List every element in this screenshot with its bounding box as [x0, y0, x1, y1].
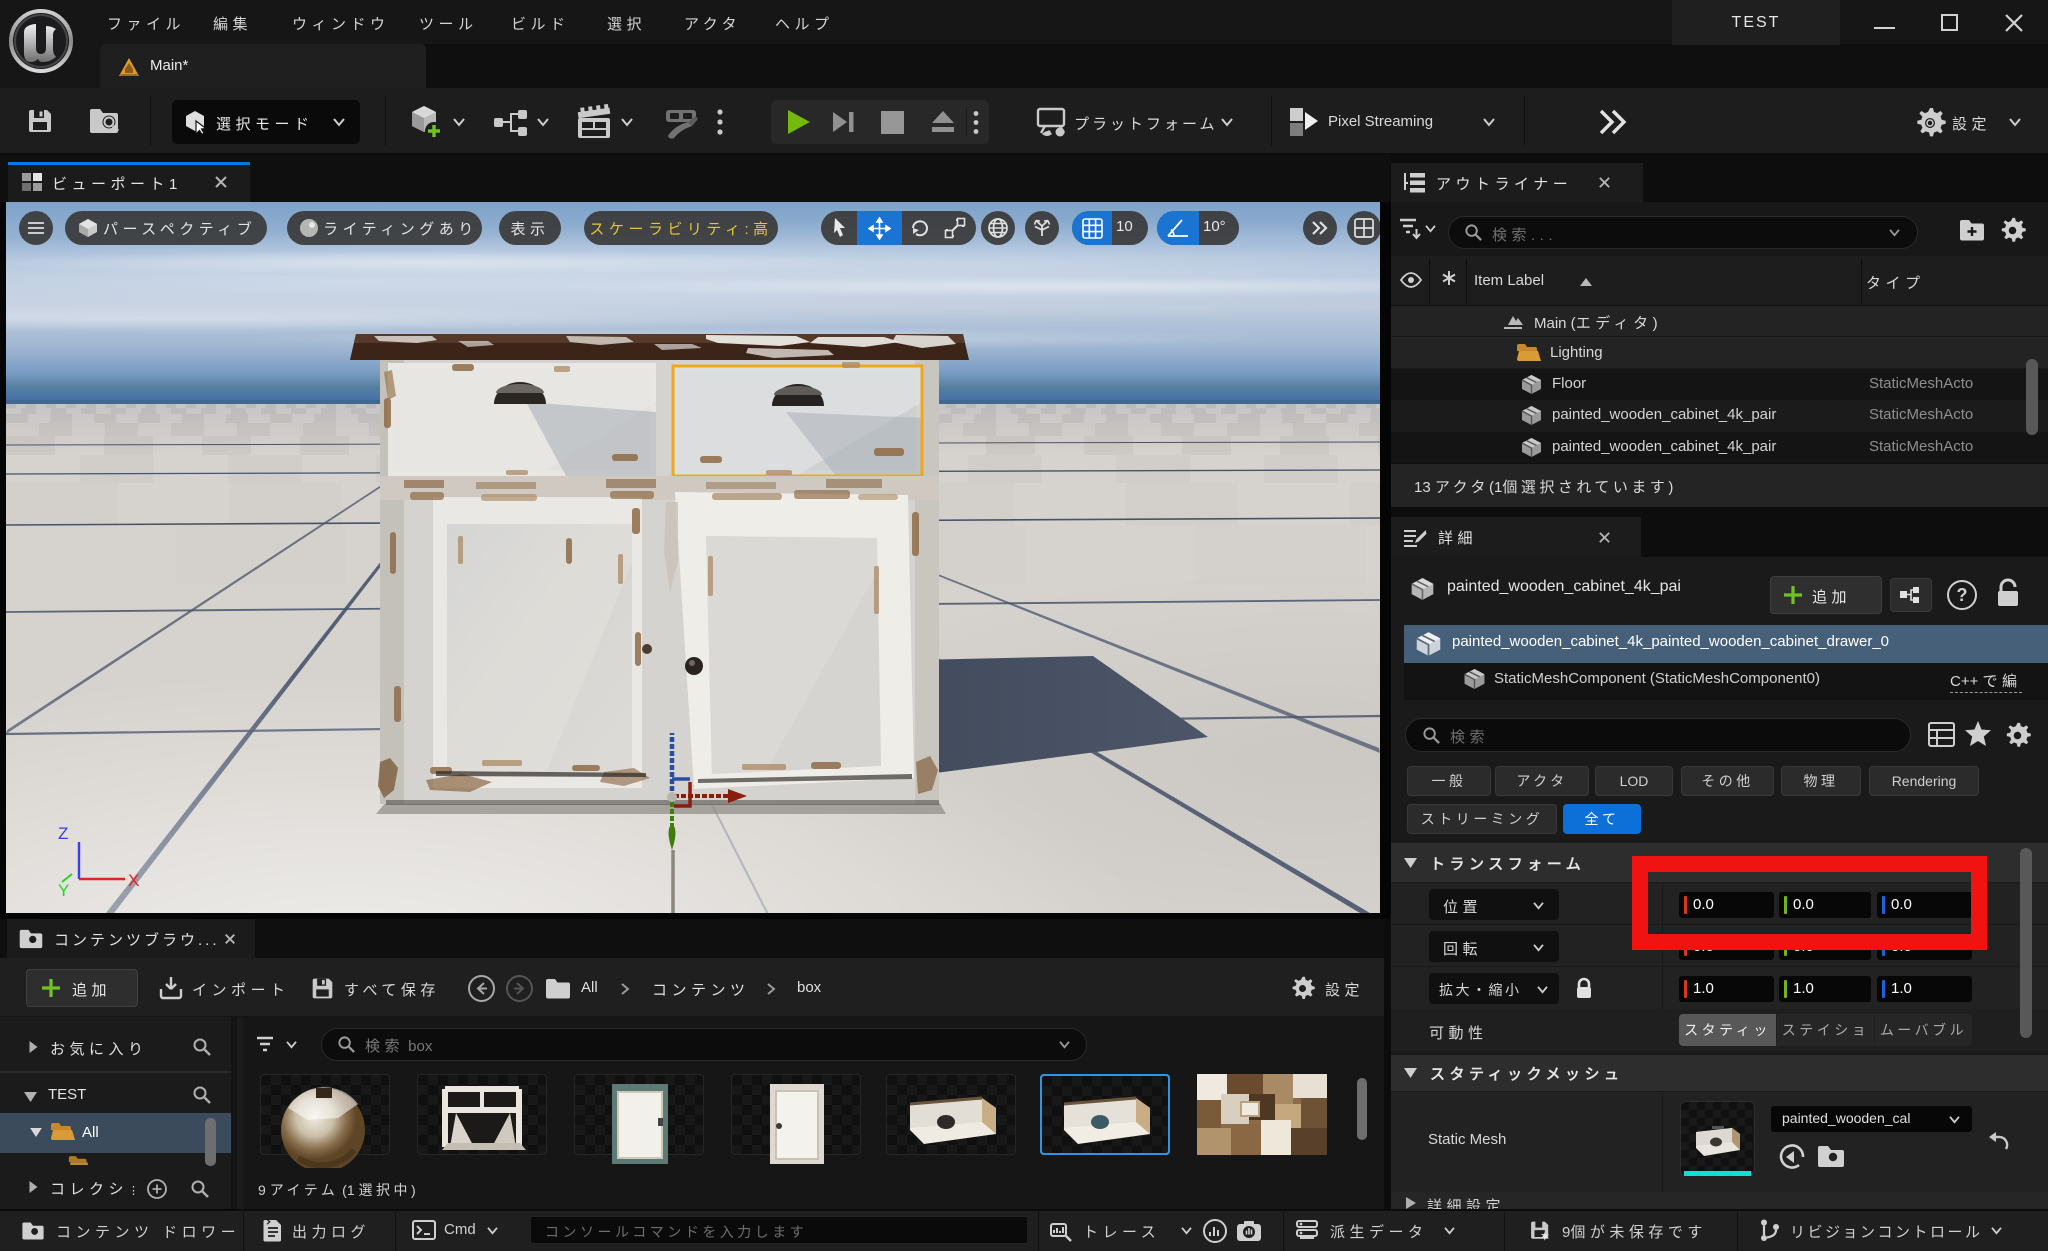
svg-text:X: X	[128, 871, 139, 890]
svg-text:Z: Z	[58, 824, 68, 843]
svg-text:Y: Y	[58, 881, 69, 900]
